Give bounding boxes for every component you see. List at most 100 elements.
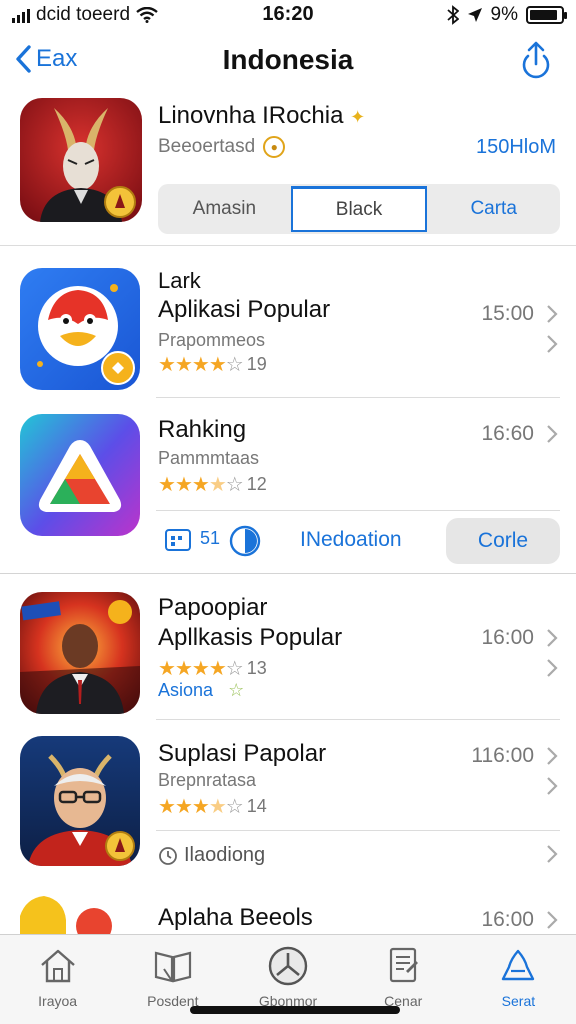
featured-app[interactable]: Linovnha IRochia ✦ Beeoertasd ● 150HloM … — [0, 94, 576, 246]
rating-count: 12 — [246, 474, 267, 494]
app-time: 16:00 — [481, 908, 534, 931]
tab-label: Serat — [501, 993, 536, 1009]
tab-serat[interactable]: Serat — [461, 935, 576, 1024]
featured-subtitle-text: Beeoertasd — [158, 136, 256, 157]
chevron-right-icon[interactable] — [546, 304, 558, 324]
app-icon-aplaha[interactable] — [20, 896, 140, 934]
star-icon: ★ — [208, 354, 227, 376]
chevron-right-icon[interactable] — [546, 746, 558, 766]
divider — [156, 510, 560, 511]
app-developer: Pammmtaas — [158, 448, 260, 468]
chevron-right-icon[interactable] — [546, 424, 558, 444]
list-footer[interactable]: Ilaodiong — [158, 844, 265, 867]
star-icon: ★ — [191, 354, 210, 376]
tab-label: Irayoa — [38, 993, 78, 1009]
segment-amasin[interactable]: Amasin — [158, 184, 291, 234]
list-item[interactable]: Lark Aplikasi Popular Prapommeos ★ ★ ★ ★ ☆ 19… — [0, 258, 576, 398]
rating-count: 13 — [246, 658, 267, 678]
back-button[interactable]: Eax — [14, 44, 77, 74]
app-time: 15:00 — [481, 302, 534, 325]
star-icon: ★ — [174, 474, 193, 496]
rating-stars: ★ ★ ★ ★ ☆ 19 — [158, 352, 267, 377]
app-title: Suplasi Papolar — [158, 740, 327, 767]
document-icon — [390, 947, 419, 983]
featured-app-subtitle: Beeoertasd ● — [158, 136, 286, 158]
featured-app-price[interactable]: 150HloM — [476, 136, 556, 159]
star-icon: ★ — [174, 796, 193, 818]
chevron-right-icon[interactable] — [546, 658, 558, 678]
home-icon — [40, 949, 75, 983]
star-icon: ★ — [208, 796, 227, 818]
chevron-right-icon[interactable] — [546, 910, 558, 930]
list-item[interactable]: Aplaha Beeols 16:00 — [0, 896, 576, 936]
list-footer-label: Ilaodiong — [184, 844, 266, 866]
coin-icon: ● — [263, 136, 286, 158]
star-icon: ★ — [208, 658, 227, 680]
section-divider — [0, 573, 576, 574]
action-count: 51 — [200, 528, 221, 548]
list-item[interactable]: Suplasi Papolar Brepnratasa ★ ★ ★ ★ ☆ 14 116:… — [0, 722, 576, 894]
app-developer: Brepnratasa — [158, 770, 257, 790]
segmented-control: Amasin Black Carta — [158, 184, 560, 234]
list-item[interactable]: Papoopiar Apllkasis Popular ★ ★ ★ ★ ☆ 13 Asio… — [0, 584, 576, 720]
star-icon: ★ — [158, 796, 176, 818]
search-icon — [502, 949, 535, 981]
wifi-icon — [136, 7, 158, 23]
star-icon: ★ — [191, 474, 210, 496]
bluetooth-icon — [446, 5, 459, 25]
featured-app-title: Linovnha IRochia ✦ — [158, 102, 365, 130]
share-icon[interactable] — [516, 40, 556, 80]
app-icon-suplasi[interactable] — [20, 736, 140, 866]
app-icon-papoopiar[interactable] — [20, 592, 140, 714]
action-row: 51 INedoation Corle — [158, 516, 560, 566]
home-indicator[interactable] — [190, 1006, 400, 1014]
tab-irayoa[interactable]: Irayoa — [0, 935, 115, 1024]
rating-stars: ★ ★ ★ ★ ☆ 13 — [158, 656, 267, 681]
action-link[interactable]: INedoation — [300, 528, 402, 552]
book-icon — [154, 951, 191, 983]
star-icon: ★ — [174, 658, 193, 680]
star-icon: ☆ — [225, 474, 244, 496]
nav-bar: Eax Indonesia — [0, 34, 576, 90]
chevron-right-icon[interactable] — [546, 844, 558, 864]
app-icon-ranking[interactable] — [20, 414, 140, 536]
chevron-right-icon[interactable] — [546, 334, 558, 354]
rating-stars: ★ ★ ★ ★ ☆ 14 — [158, 794, 267, 819]
list-item[interactable]: Rahking Pammmtaas ★ ★ ★ ★ ☆ 12 16:60 51 INedo… — [0, 400, 576, 574]
rating-count: 19 — [246, 354, 267, 374]
star-icon: ★ — [158, 658, 176, 680]
app-category: Lark — [158, 268, 201, 293]
action-button[interactable]: Corle — [446, 518, 560, 564]
app-category: Papoopiar — [158, 594, 268, 621]
status-right: 9% — [446, 4, 567, 26]
clock-icon[interactable] — [228, 524, 262, 558]
segment-black[interactable]: Black — [290, 186, 428, 232]
calendar-icon[interactable] — [164, 528, 192, 552]
star-icon: ☆ — [225, 796, 244, 818]
segment-carta[interactable]: Carta — [427, 184, 560, 234]
app-icon-lark[interactable] — [20, 268, 140, 390]
star-outline-icon: ☆ — [228, 680, 245, 700]
app-time: 16:00 — [481, 626, 534, 649]
page-title: Indonesia — [222, 44, 354, 75]
compass-icon — [268, 946, 308, 986]
divider — [156, 719, 560, 720]
battery-icon — [526, 6, 567, 24]
app-time: 116:00 — [471, 744, 534, 767]
app-developer: Prapommeos — [158, 330, 266, 350]
divider — [156, 830, 560, 831]
status-bar: dcid toeerd 16:20 9% — [0, 0, 576, 30]
sparkle-icon: ✦ — [350, 107, 366, 127]
star-icon: ★ — [158, 354, 176, 376]
clock-outline-icon — [159, 846, 177, 865]
chevron-right-icon[interactable] — [546, 776, 558, 796]
rating-count: 14 — [246, 796, 267, 816]
chevron-right-icon[interactable] — [546, 628, 558, 648]
divider — [156, 397, 560, 398]
star-icon: ★ — [174, 354, 193, 376]
app-title: Rahking — [158, 416, 247, 443]
signal-icon — [12, 7, 30, 23]
carrier-name: dcid toeerd — [36, 4, 131, 25]
app-tag-text: Asiona — [158, 680, 214, 700]
featured-app-icon[interactable] — [20, 98, 142, 222]
